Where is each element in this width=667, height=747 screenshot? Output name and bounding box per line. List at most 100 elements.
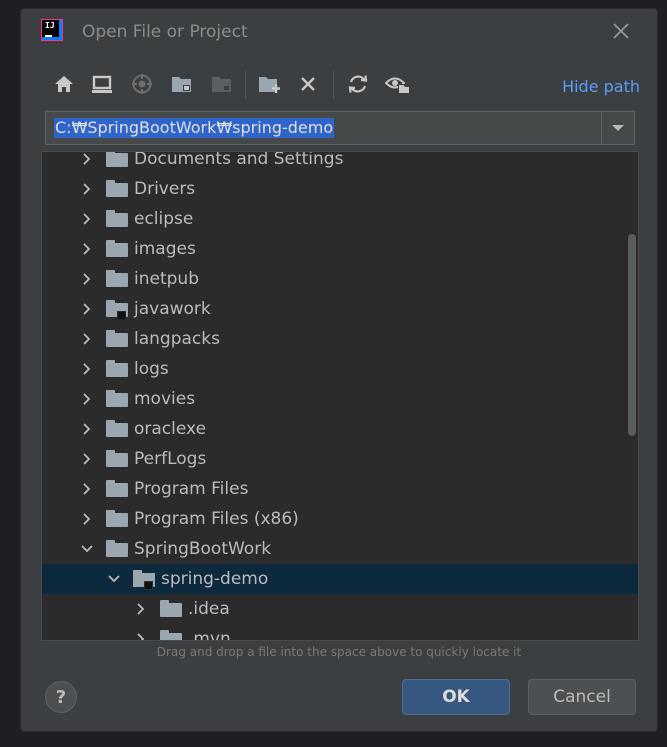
folder-icon — [106, 360, 128, 377]
refresh-button[interactable] — [345, 71, 371, 97]
tree-item-label: Program Files (x86) — [134, 509, 299, 529]
cancel-button[interactable]: Cancel — [528, 679, 636, 715]
tree-item[interactable]: movies — [42, 384, 638, 414]
chevron-right-icon[interactable] — [134, 632, 148, 641]
path-combobox[interactable]: C:₩SpringBootWork₩spring-demo — [45, 111, 635, 145]
folder-icon — [160, 630, 182, 640]
project-directory-icon — [132, 74, 152, 94]
path-history-dropdown[interactable] — [601, 112, 634, 144]
new-folder-icon — [259, 77, 280, 93]
home-button[interactable] — [51, 71, 77, 97]
folder-icon — [106, 210, 128, 227]
tree-item-label: .mvn — [188, 629, 231, 641]
tree-item[interactable]: Drivers — [42, 174, 638, 204]
chevron-right-icon[interactable] — [80, 272, 94, 286]
folder-icon — [106, 330, 128, 347]
tree-item[interactable]: Program Files (x86) — [42, 504, 638, 534]
tree-item-label: Program Files — [134, 479, 249, 499]
chevron-down-icon — [612, 125, 624, 131]
dialog-title: Open File or Project — [82, 22, 248, 42]
chevron-right-icon[interactable] — [80, 392, 94, 406]
new-folder-button[interactable] — [257, 71, 283, 97]
tree-item-label: inetpub — [134, 269, 199, 289]
chevron-right-icon[interactable] — [80, 422, 94, 436]
folder-icon — [106, 420, 128, 437]
folder-icon — [106, 510, 128, 527]
module-directory-icon — [172, 77, 191, 92]
tree-item[interactable]: images — [42, 234, 638, 264]
tree-item[interactable]: eclipse — [42, 204, 638, 234]
tree-item[interactable]: .idea — [42, 594, 638, 624]
tree-item[interactable]: Program Files — [42, 474, 638, 504]
close-icon — [613, 23, 629, 39]
toolbar-separator — [333, 71, 334, 99]
folder-icon — [160, 600, 182, 617]
tree-item-label: eclipse — [134, 209, 194, 229]
help-button[interactable]: ? — [45, 681, 77, 713]
show-hidden-files-button[interactable] — [385, 71, 411, 97]
intellij-logo-icon: IJ — [41, 19, 63, 41]
tree-item-label: SpringBootWork — [134, 539, 272, 559]
chevron-right-icon[interactable] — [80, 242, 94, 256]
title-bar: IJ Open File or Project — [21, 9, 657, 57]
desktop-icon — [92, 75, 112, 93]
module-directory-button[interactable] — [169, 71, 195, 97]
chevron-right-icon[interactable] — [80, 482, 94, 496]
folder-icon — [106, 180, 128, 197]
tree-item[interactable]: inetpub — [42, 264, 638, 294]
folder-icon — [106, 450, 128, 467]
tree-item[interactable]: Documents and Settings — [42, 151, 638, 174]
tree-item-label: javawork — [134, 299, 211, 319]
chevron-down-icon[interactable] — [80, 542, 94, 556]
folder-icon — [106, 540, 128, 557]
chevron-right-icon[interactable] — [80, 332, 94, 346]
tree-item[interactable]: PerfLogs — [42, 444, 638, 474]
tree-item[interactable]: javawork — [42, 294, 638, 324]
drag-drop-hint: Drag and drop a file into the space abov… — [156, 645, 522, 659]
tree-scrollbar[interactable] — [628, 234, 636, 436]
delete-button[interactable] — [295, 71, 321, 97]
folder-icon — [106, 480, 128, 497]
chevron-right-icon[interactable] — [80, 452, 94, 466]
tree-item-label: langpacks — [134, 329, 220, 349]
home-icon — [55, 76, 73, 92]
tree-item-label: spring-demo — [161, 569, 269, 589]
file-tree[interactable]: Documents and Settings Drivers eclipse imag… — [41, 151, 639, 641]
tree-item[interactable]: .mvn — [42, 624, 638, 641]
chevron-right-icon[interactable] — [80, 152, 94, 166]
close-button[interactable] — [611, 21, 631, 41]
chevron-right-icon[interactable] — [134, 602, 148, 616]
chevron-right-icon[interactable] — [80, 362, 94, 376]
tree-item[interactable]: spring-demo — [42, 564, 638, 594]
chevron-right-icon[interactable] — [80, 182, 94, 196]
tree-item-label: PerfLogs — [134, 449, 207, 469]
project-directory-button[interactable] — [129, 71, 155, 97]
module-folder-icon — [106, 300, 128, 320]
desktop-button[interactable] — [89, 71, 115, 97]
tree-item[interactable]: SpringBootWork — [42, 534, 638, 564]
tree-item[interactable]: oraclexe — [42, 414, 638, 444]
tree-item-label: oraclexe — [134, 419, 207, 439]
tree-item-label: Drivers — [134, 179, 196, 199]
library-directory-button[interactable] — [209, 71, 235, 97]
folder-icon-disabled — [212, 77, 231, 92]
tree-item-label: Documents and Settings — [134, 151, 344, 169]
toolbar-separator — [245, 71, 246, 99]
ok-button[interactable]: OK — [402, 679, 510, 715]
chevron-right-icon[interactable] — [80, 512, 94, 526]
show-hidden-files-icon — [385, 77, 410, 94]
path-input[interactable]: C:₩SpringBootWork₩spring-demo — [54, 118, 335, 138]
refresh-icon — [348, 75, 368, 93]
chevron-right-icon[interactable] — [80, 212, 94, 226]
tree-item-label: logs — [134, 359, 169, 379]
hide-path-link[interactable]: Hide path — [562, 77, 640, 96]
folder-icon — [106, 390, 128, 407]
module-folder-icon — [133, 570, 155, 590]
folder-icon — [106, 152, 128, 167]
tree-item-label: movies — [134, 389, 196, 409]
chevron-right-icon[interactable] — [80, 302, 94, 316]
tree-item[interactable]: langpacks — [42, 324, 638, 354]
tree-item-label: .idea — [188, 599, 230, 619]
chevron-down-icon[interactable] — [107, 572, 121, 586]
tree-item[interactable]: logs — [42, 354, 638, 384]
